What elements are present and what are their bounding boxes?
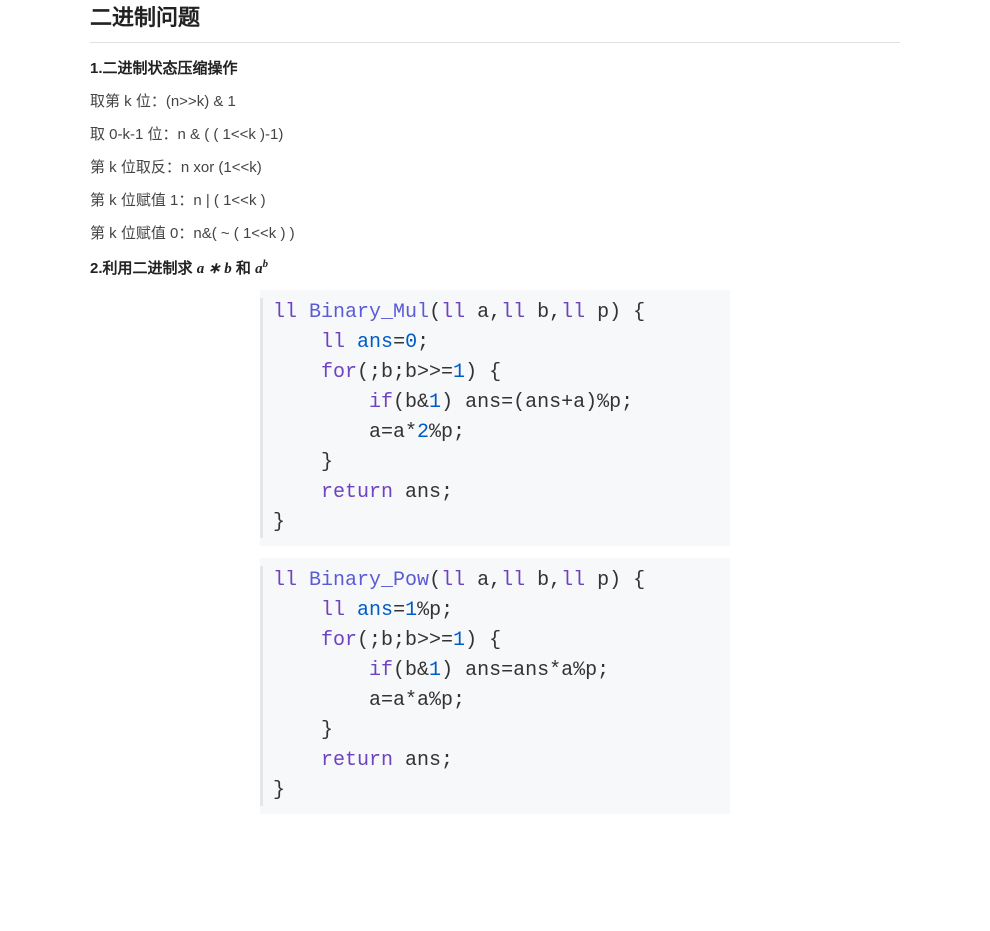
code-line: ll Binary_Mul(ll a,ll b,ll p) { [260,298,730,328]
math-b-sup: b [263,258,268,270]
code-line: if(b&1) ans=(ans+a)%p; [260,388,730,418]
code-line: } [260,508,730,538]
op-low-bits: 取 0-k-1 位：n & ( ( 1<<k )-1) [90,123,900,144]
op-bit-k: 取第 k 位：(n>>k) & 1 [90,90,900,111]
math-b-1: b [224,261,232,277]
code-line: return ans; [260,478,730,508]
page-title: 二进制问题 [90,0,900,43]
code-line: return ans; [260,746,730,776]
op-set-k-1: 第 k 位赋值 1：n | ( 1<<k ) [90,189,900,210]
code-line: if(b&1) ans=ans*a%p; [260,656,730,686]
code-line: ll ans=0; [260,328,730,358]
section-2-heading: 2.利用二进制求 a ∗ b 和 ab [90,257,900,278]
op-flip-k: 第 k 位取反：n xor (1<<k) [90,156,900,177]
section-2-prefix: 2.利用二进制求 [90,260,197,277]
code-line: } [260,448,730,478]
article: 二进制问题 1.二进制状态压缩操作 取第 k 位：(n>>k) & 1 取 0-… [0,0,990,854]
code-line: for(;b;b>>=1) { [260,358,730,388]
section-1-heading: 1.二进制状态压缩操作 [90,57,900,78]
code-block-binary-pow: ll Binary_Pow(ll a,ll b,ll p) { ll ans=1… [260,558,730,814]
code-line: for(;b;b>>=1) { [260,626,730,656]
math-star: ∗ [204,261,224,277]
section-2-middle: 和 [232,260,255,277]
code-line: a=a*2%p; [260,418,730,448]
op-set-k-0: 第 k 位赋值 0：n&( ~ ( 1<<k ) ) [90,222,900,243]
code-line: ll ans=1%p; [260,596,730,626]
code-block-binary-mul: ll Binary_Mul(ll a,ll b,ll p) { ll ans=0… [260,290,730,546]
code-line: } [260,716,730,746]
code-line: a=a*a%p; [260,686,730,716]
code-line: } [260,776,730,806]
math-a-2: a [255,261,263,277]
code-line: ll Binary_Pow(ll a,ll b,ll p) { [260,566,730,596]
